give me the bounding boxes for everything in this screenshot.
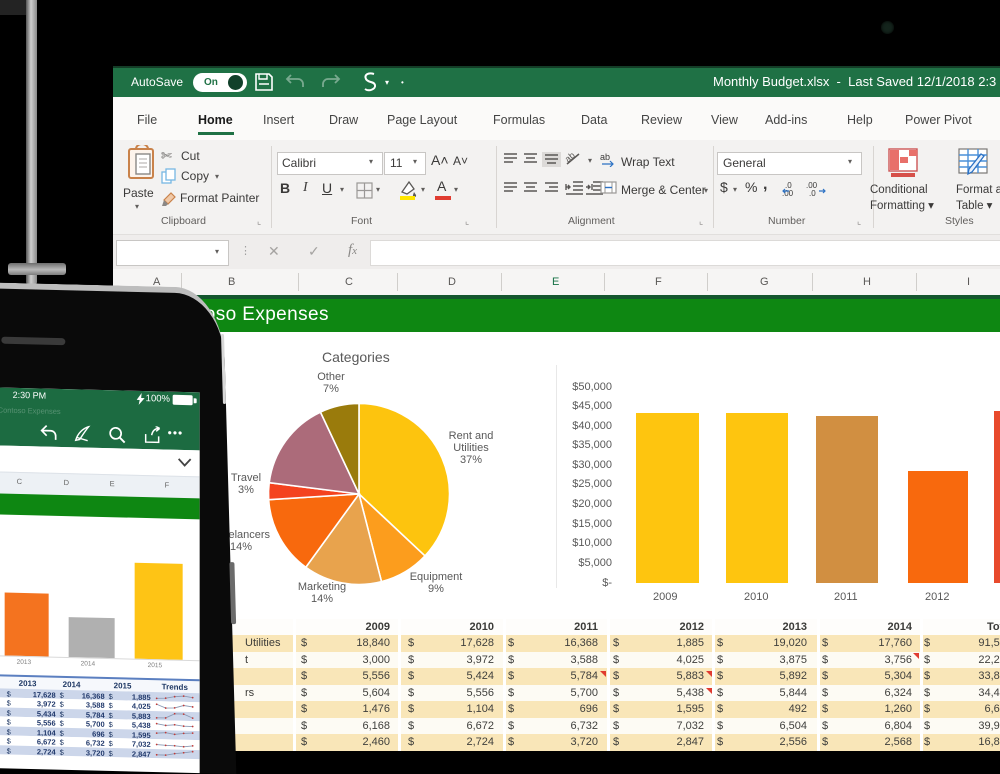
svg-text:ab: ab — [600, 152, 610, 162]
svg-text:ab: ab — [565, 150, 577, 164]
svg-text:.0: .0 — [809, 189, 816, 197]
